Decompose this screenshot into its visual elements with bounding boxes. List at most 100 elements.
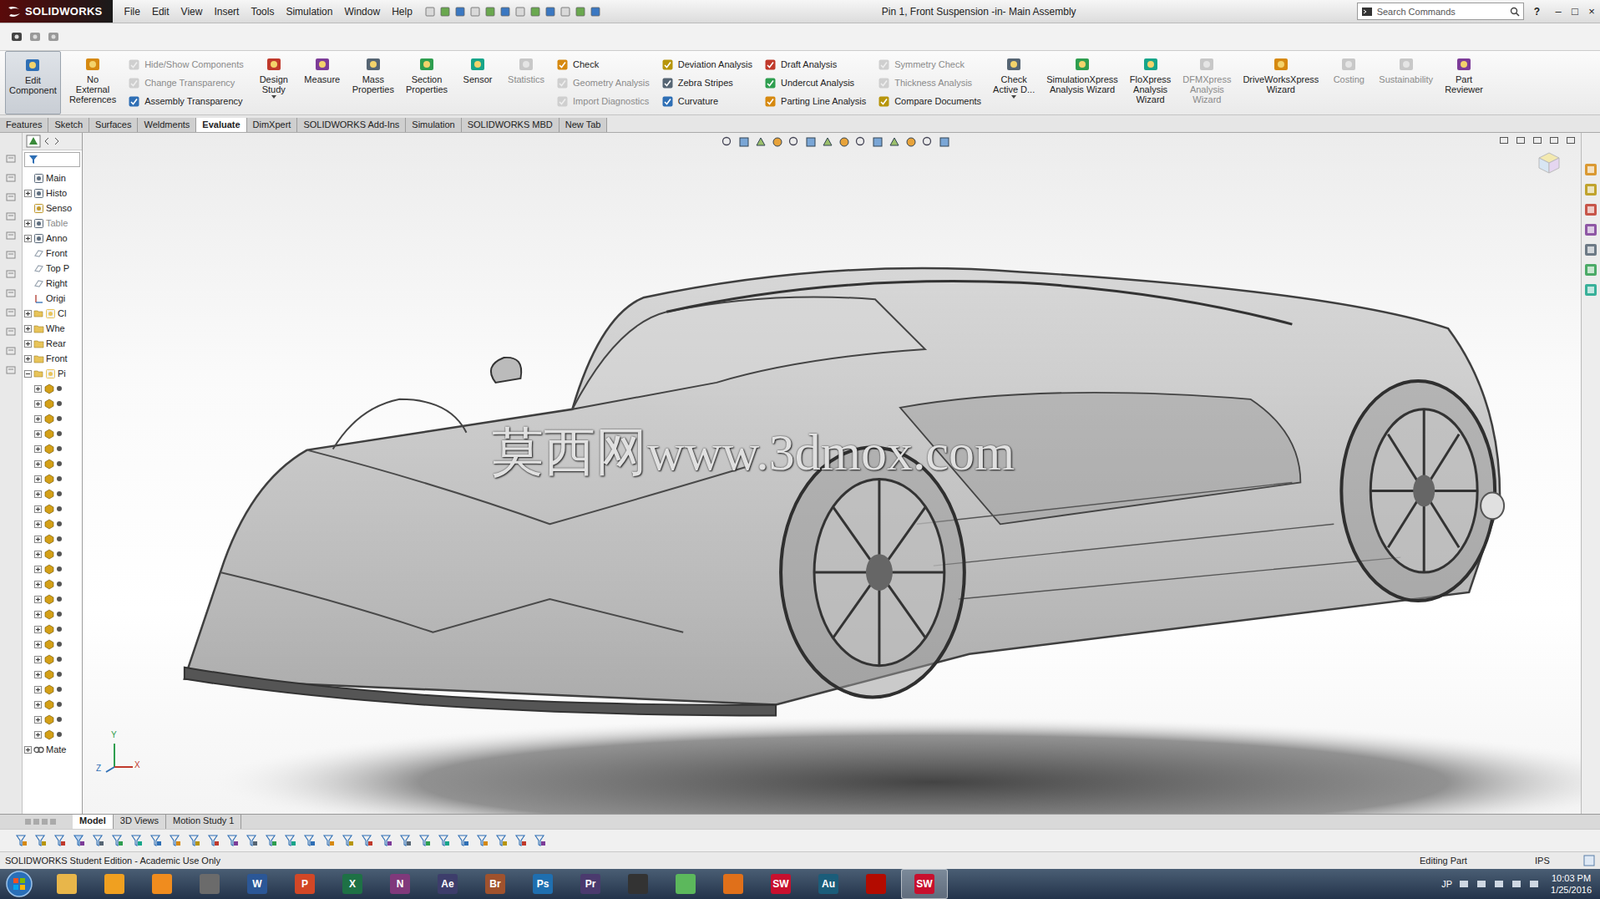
expand-icon[interactable] [34, 565, 42, 573]
view-tool-icon[interactable] [921, 135, 935, 149]
taskbar-app[interactable] [663, 869, 709, 898]
ribbon-small-button[interactable]: Geometry Analysis [556, 75, 650, 92]
tab-scroll-button[interactable] [25, 818, 31, 825]
menu-item[interactable]: Simulation [280, 4, 338, 20]
command-tab[interactable]: SOLIDWORKS Add-Ins [297, 117, 406, 132]
tree-item[interactable] [22, 696, 82, 712]
menu-item[interactable]: Help [386, 4, 418, 20]
ribbon-button[interactable]: MassProperties [349, 50, 398, 115]
taskbar-app[interactable] [710, 869, 756, 898]
tree-item[interactable] [22, 410, 82, 426]
ribbon-small-button[interactable]: Symmetry Check [877, 56, 982, 73]
view-tool-icon[interactable] [720, 135, 735, 149]
tree-item[interactable]: Cl [22, 305, 82, 321]
taskbar-app[interactable]: Ps [520, 869, 566, 898]
tray-icon[interactable] [1458, 877, 1470, 890]
expand-icon[interactable] [34, 610, 42, 618]
view-tool-icon[interactable] [804, 135, 818, 149]
ribbon-button[interactable]: FloXpressAnalysisWizard [1126, 50, 1175, 115]
viewport-control-icon[interactable] [1515, 135, 1526, 146]
expand-icon[interactable] [34, 490, 42, 498]
menu-item[interactable]: Window [339, 4, 385, 20]
solidworks-logo[interactable]: SOLIDWORKS [0, 0, 113, 23]
tree-item[interactable]: Right [22, 275, 82, 291]
ribbon-button[interactable]: SectionProperties [402, 50, 451, 115]
view-tool-icon[interactable] [837, 135, 851, 149]
tool-icon[interactable] [574, 5, 587, 18]
tree-item[interactable] [22, 606, 82, 622]
panel-icon[interactable] [5, 344, 17, 357]
tree-item[interactable] [22, 455, 82, 471]
tree-item[interactable] [22, 591, 82, 607]
ribbon-small-button[interactable]: Check [556, 56, 650, 73]
tray-icon[interactable] [1493, 877, 1505, 890]
filter-tool-icon[interactable] [418, 833, 432, 847]
view-tool-icon[interactable] [737, 135, 751, 149]
ribbon-small-button[interactable]: Hide/Show Components [127, 56, 244, 73]
view-tool-icon[interactable] [754, 135, 768, 149]
filter-tool-icon[interactable] [399, 833, 413, 847]
feature-tree-icon[interactable] [25, 134, 41, 148]
graphics-area[interactable]: 莫西网www.3dmox.comYZX [82, 132, 1581, 814]
command-tab[interactable]: Simulation [405, 117, 461, 132]
ribbon-button[interactable]: Sustainability [1375, 50, 1437, 115]
unit-system[interactable]: IPS [1534, 855, 1569, 866]
menu-item[interactable]: File [119, 4, 146, 20]
taskbar-app[interactable]: SW [758, 869, 804, 898]
filter-tool-icon[interactable] [245, 833, 259, 847]
clock[interactable]: 10:03 PM1/25/2016 [1550, 871, 1592, 896]
taskbar-app[interactable]: Pr [567, 869, 613, 898]
collapse-icon[interactable] [24, 369, 32, 378]
tree-item[interactable]: Anno [22, 230, 82, 246]
taskbar-app[interactable]: N [377, 869, 423, 898]
tray-icon[interactable] [1510, 877, 1523, 890]
task-pane-icon[interactable] [1584, 243, 1598, 257]
tool-icon[interactable] [529, 5, 542, 18]
dropdown-caret[interactable] [1011, 95, 1017, 99]
task-pane-icon[interactable] [1584, 263, 1598, 277]
expand-icon[interactable] [34, 445, 42, 453]
filter-tool-icon[interactable] [437, 833, 451, 847]
view-orientation-icon[interactable] [1534, 147, 1563, 178]
filter-tool-icon[interactable] [187, 833, 202, 847]
panel-icon[interactable] [5, 229, 17, 242]
command-tab[interactable]: DimXpert [247, 117, 299, 132]
tree-item[interactable] [22, 561, 82, 577]
tab-scroll-button[interactable] [33, 818, 40, 825]
filter-tool-icon[interactable] [456, 833, 471, 847]
filter-tool-icon[interactable] [91, 833, 106, 847]
arrow-left-icon[interactable] [42, 134, 51, 148]
filter-tool-icon[interactable] [168, 833, 183, 847]
viewport-control-icon[interactable] [1549, 135, 1560, 146]
taskbar-app[interactable]: X [329, 869, 375, 898]
tree-item[interactable] [22, 531, 82, 547]
window-control-button[interactable]: □ [1566, 5, 1584, 18]
expand-icon[interactable] [34, 625, 42, 633]
start-button-icon[interactable] [5, 869, 34, 898]
expand-icon[interactable] [34, 475, 42, 483]
expand-icon[interactable] [34, 580, 42, 588]
expand-icon[interactable] [34, 730, 42, 739]
panel-icon[interactable] [5, 364, 17, 376]
ribbon-button[interactable]: Costing [1326, 50, 1371, 115]
viewport-control-icon[interactable] [1565, 135, 1576, 146]
tree-item[interactable]: Front [22, 350, 82, 366]
filter-tool-icon[interactable] [72, 833, 87, 847]
panel-icon[interactable] [5, 306, 17, 319]
ribbon-button[interactable]: Statistics [504, 50, 548, 115]
tree-item[interactable] [22, 546, 82, 562]
taskbar-app[interactable] [853, 869, 899, 898]
expand-icon[interactable] [24, 234, 32, 243]
tool-icon[interactable] [439, 5, 451, 18]
view-tool-icon[interactable] [887, 135, 902, 149]
ribbon-button[interactable]: NoExternalReferences [65, 50, 120, 115]
filter-tool-icon[interactable] [226, 833, 240, 847]
model-tab[interactable]: Motion Study 1 [166, 814, 242, 829]
window-control-button[interactable]: × [1583, 5, 1600, 18]
ribbon-button[interactable]: CheckActive D... [989, 50, 1038, 115]
tool-icon[interactable] [46, 30, 61, 44]
panel-icon[interactable] [5, 152, 17, 165]
tool-icon[interactable] [514, 5, 527, 18]
tree-item[interactable] [22, 440, 82, 456]
ribbon-button[interactable]: Sensor [455, 50, 500, 115]
